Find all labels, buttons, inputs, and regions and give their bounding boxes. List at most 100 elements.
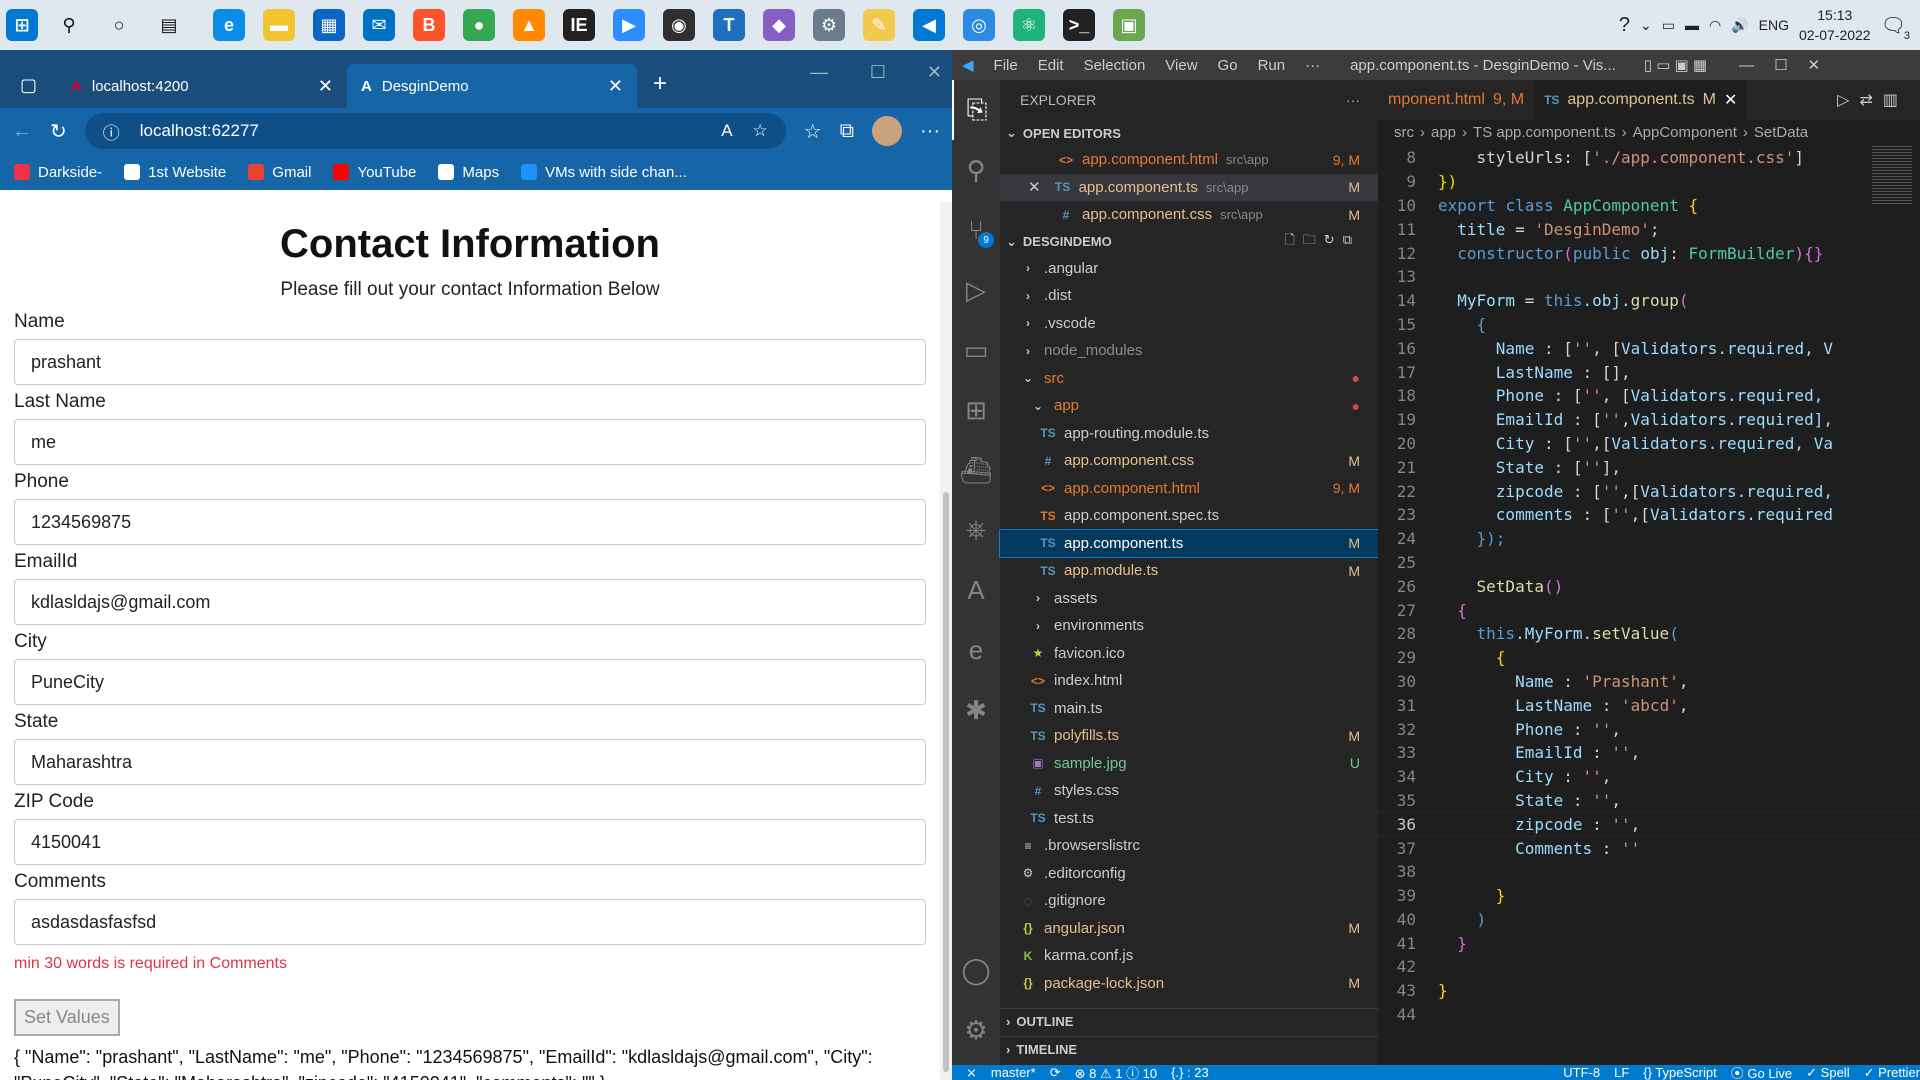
status-item[interactable]: LF (1614, 1065, 1629, 1080)
window-close-icon[interactable]: ✕ (927, 62, 942, 83)
minimap[interactable] (1872, 146, 1912, 206)
read-aloud-icon[interactable]: A (721, 121, 732, 141)
layout-icons[interactable]: ▯ ▭ ▣ ▦ (1644, 56, 1707, 74)
clock[interactable]: 15:13 02-07-2022 (1799, 5, 1871, 45)
more-icon[interactable]: ··· (920, 120, 940, 143)
debug-icon[interactable]: ✱ (952, 680, 1000, 740)
menu-item[interactable]: File (994, 57, 1018, 74)
file-tree-item[interactable]: TS app.module.ts M (1000, 557, 1378, 585)
status-item[interactable]: master* (991, 1065, 1036, 1080)
editor-tab[interactable]: mponent.html 9, M (1378, 80, 1534, 120)
windows-start-icon[interactable]: ⊞ (0, 0, 44, 50)
file-tree-item[interactable]: ▣ sample.jpg U (1000, 750, 1378, 778)
wifi-icon[interactable]: ◠ (1709, 17, 1721, 34)
zoom-icon[interactable]: ▶ (604, 0, 654, 50)
visual-studio-icon[interactable]: ◆ (754, 0, 804, 50)
file-tree-item[interactable]: TS test.ts (1000, 805, 1378, 833)
file-tree-item[interactable]: TS polyfills.ts M (1000, 722, 1378, 750)
battery-icon[interactable]: ▬ (1685, 17, 1699, 33)
tab-desgindemo[interactable]: A DesginDemo ✕ (347, 64, 638, 108)
refresh-icon[interactable]: ↻ (50, 119, 67, 144)
menu-item[interactable]: Go (1218, 57, 1238, 74)
chrome-icon[interactable]: ● (454, 0, 504, 50)
close-icon[interactable]: ✕ (1028, 178, 1041, 196)
editor-actions[interactable]: ▷⇄▥ (1837, 90, 1908, 110)
settings-app-icon[interactable]: ⚙ (804, 0, 854, 50)
menu-item[interactable]: Run (1258, 57, 1286, 74)
vlc-icon[interactable]: ▲ (504, 0, 554, 50)
file-tree-item[interactable]: {} package-lock.json M (1000, 970, 1378, 998)
breadcrumb-item[interactable]: app (1431, 124, 1456, 141)
task-view-icon[interactable]: ▤ (144, 0, 194, 50)
volume-icon[interactable]: 🔊 (1731, 17, 1748, 34)
edge-icon[interactable]: e (204, 0, 254, 50)
bookmark-item[interactable]: YouTube (333, 164, 416, 181)
code-area[interactable]: 8 styleUrls: ['./app.component.css'] 9}) 1… (1378, 146, 1918, 1046)
favorites-icon[interactable]: ☆ (804, 119, 822, 144)
app-icon[interactable]: ◎ (954, 0, 1004, 50)
breadcrumb-item[interactable]: AppComponent (1633, 124, 1737, 141)
ms-store-icon[interactable]: ▦ (304, 0, 354, 50)
open-editors-section[interactable]: ⌄ OPEN EDITORS (1000, 120, 1378, 146)
docker-icon[interactable]: ⛴ (952, 440, 1000, 500)
set-values-button[interactable]: Set Values (14, 999, 120, 1036)
menu-item[interactable]: View (1165, 57, 1197, 74)
terminal-icon[interactable]: >_ (1054, 0, 1104, 50)
bookmark-item[interactable]: VMs with side chan... (521, 164, 687, 181)
file-tree-item[interactable]: # styles.css (1000, 777, 1378, 805)
bookmark-item[interactable]: Darkside- (14, 164, 102, 181)
accounts-icon[interactable]: ◯ (952, 940, 1000, 1000)
form-input[interactable]: asdasdasfasfsd (14, 899, 926, 945)
form-input[interactable]: PuneCity (14, 659, 926, 705)
form-input[interactable]: 1234569875 (14, 499, 926, 545)
edge-devtools-icon[interactable]: e (952, 620, 1000, 680)
form-input[interactable]: kdlasldajs@gmail.com (14, 579, 926, 625)
file-tree-item[interactable]: › .angular (1000, 255, 1378, 283)
status-item[interactable]: {.} : 23 (1171, 1065, 1209, 1080)
close-icon[interactable]: ✕ (608, 76, 623, 97)
status-item[interactable]: ⟳ (1050, 1065, 1061, 1080)
status-item[interactable]: {} TypeScript (1643, 1065, 1716, 1080)
file-tree-item[interactable]: TS app.component.spec.ts (1000, 502, 1378, 530)
breadcrumb-item[interactable]: src (1394, 124, 1414, 141)
new-tab-icon[interactable]: + (653, 70, 667, 98)
file-tree-item[interactable]: › environments (1000, 612, 1378, 640)
status-item[interactable]: ⦿ Go Live (1731, 1065, 1792, 1080)
minimize-icon[interactable]: — (810, 62, 828, 83)
bookmark-item[interactable]: Maps (438, 164, 499, 181)
scrollbar-thumb[interactable] (943, 492, 949, 1072)
status-item[interactable]: ✓ Spell (1806, 1065, 1849, 1080)
notification-icon[interactable]: 🗨 3 (1881, 13, 1910, 42)
back-icon[interactable]: ← (12, 120, 32, 143)
status-item[interactable]: ✓ Prettier (1864, 1065, 1920, 1080)
form-input[interactable]: me (14, 419, 926, 465)
status-item[interactable]: ⨯ (966, 1065, 977, 1080)
status-item[interactable]: UTF-8 (1563, 1065, 1600, 1080)
form-input[interactable]: 4150041 (14, 819, 926, 865)
search-icon[interactable]: ⚲ (952, 140, 1000, 200)
file-tree-item[interactable]: TS main.ts (1000, 695, 1378, 723)
file-tree-item[interactable]: Kkarma.conf.js (1000, 942, 1378, 970)
run-debug-icon[interactable]: ▷ (952, 260, 1000, 320)
obs-icon[interactable]: ◉ (654, 0, 704, 50)
collections-icon[interactable]: ⧉ (840, 120, 854, 143)
language-indicator[interactable]: ENG (1759, 17, 1789, 33)
extensions-icon[interactable]: ⊞ (952, 380, 1000, 440)
open-editor-item[interactable]: # app.component.css src\app M (1000, 201, 1378, 229)
info-icon[interactable]: ⓘ (103, 119, 120, 144)
teams-icon[interactable]: T (704, 0, 754, 50)
file-tree-item[interactable]: ⌄ src ● (1000, 365, 1378, 393)
file-tree-item[interactable]: ⌄ app ● (1000, 392, 1378, 420)
file-tree-item[interactable]: ⚙ .editorconfig (1000, 860, 1378, 888)
close-icon[interactable]: ✕ (1724, 90, 1737, 110)
chevron-up-icon[interactable]: ⌄ (1640, 17, 1652, 34)
vscode-taskbar-icon[interactable]: ◀ (904, 0, 954, 50)
atom-icon[interactable]: ⚛ (1004, 0, 1054, 50)
close-icon[interactable]: ✕ (318, 76, 333, 97)
menu-item[interactable]: Selection (1084, 57, 1146, 74)
form-input[interactable]: Maharashtra (14, 739, 926, 785)
menu-item[interactable]: ··· (1305, 57, 1320, 74)
file-tree-item[interactable]: ≡ .browserslistrc (1000, 832, 1378, 860)
maximize-icon[interactable]: ☐ (1774, 56, 1787, 74)
cortana-icon[interactable]: ○ (94, 0, 144, 50)
